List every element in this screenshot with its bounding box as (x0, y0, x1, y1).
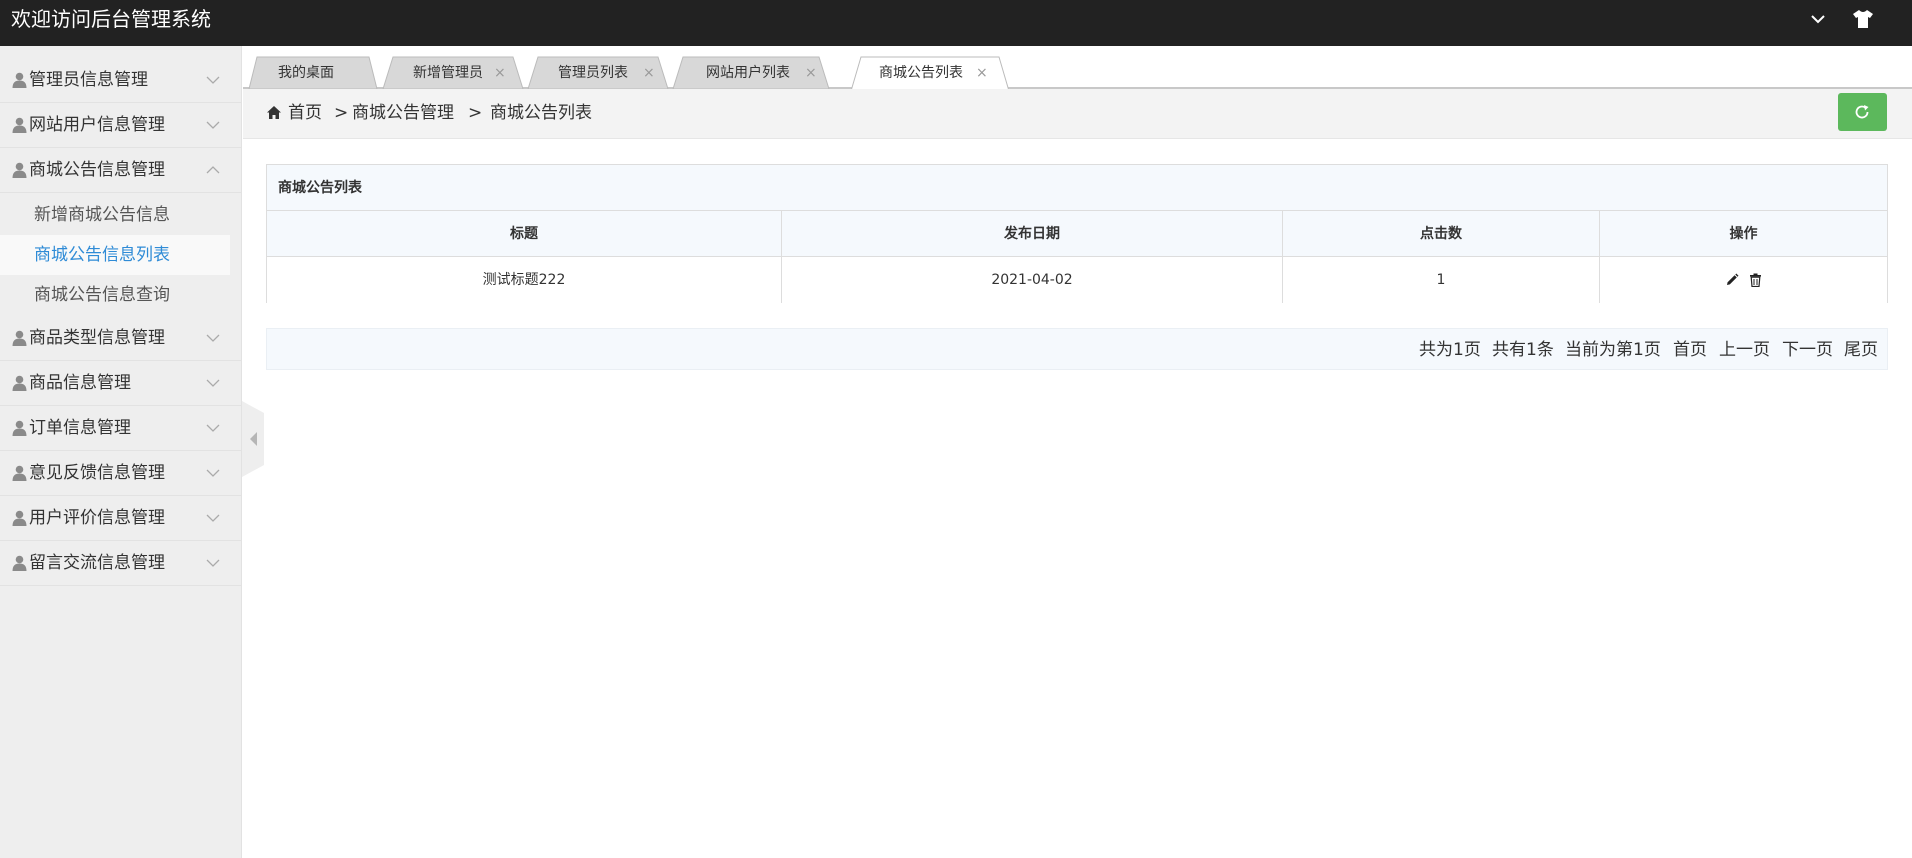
tab-desktop[interactable]: 我的桌面 (243, 56, 383, 89)
user-icon (12, 555, 27, 571)
user-icon (12, 420, 27, 436)
tab-bar: 我的桌面 新增管理员 × 管理员列表 × 网站用户列表 × 商城公告列表 × (243, 46, 1912, 91)
sidebar: 管理员信息管理 网站用户信息管理 商城公告信息管理 新增商城公告信息 商城公告信… (0, 46, 242, 858)
user-icon (12, 162, 27, 178)
breadcrumb-level2: 商城公告列表 (490, 103, 592, 123)
chevron-down-icon (206, 76, 220, 84)
collapse-left-icon[interactable] (242, 401, 264, 477)
tab-site-user-list[interactable]: 网站用户列表 × (669, 56, 833, 89)
chevron-down-icon (206, 469, 220, 477)
user-icon (12, 510, 27, 526)
sidebar-item-label: 留言交流信息管理 (29, 553, 165, 573)
cell-clicks: 1 (1283, 257, 1600, 303)
cell-date: 2021-04-02 (782, 257, 1283, 303)
sidebar-item-label: 意见反馈信息管理 (29, 463, 165, 483)
submenu-label: 商城公告信息查询 (34, 285, 170, 305)
close-icon[interactable]: × (643, 56, 655, 90)
user-icon (12, 465, 27, 481)
table-caption-text: 商城公告列表 (278, 180, 362, 196)
edit-icon[interactable] (1725, 273, 1739, 287)
cell-actions (1600, 257, 1887, 303)
sidebar-item-product-types[interactable]: 商品类型信息管理 (0, 316, 242, 361)
tab-admin-list[interactable]: 管理员列表 × (524, 56, 672, 89)
user-icon (12, 117, 27, 133)
sidebar-item-label: 管理员信息管理 (29, 70, 148, 90)
tab-label: 新增管理员 (413, 65, 483, 81)
sidebar-item-products[interactable]: 商品信息管理 (0, 361, 242, 406)
pagination-next[interactable]: 下一页 (1782, 329, 1833, 371)
refresh-button[interactable] (1838, 93, 1887, 131)
submenu-label: 商城公告信息列表 (34, 245, 170, 265)
sidebar-item-label: 网站用户信息管理 (29, 115, 165, 135)
home-icon (267, 106, 281, 119)
column-header-date[interactable]: 发布日期 (782, 211, 1283, 257)
tab-label: 商城公告列表 (879, 65, 963, 81)
breadcrumb-level1[interactable]: 商城公告管理 (352, 89, 454, 137)
user-icon (12, 72, 27, 88)
breadcrumb: 首页 > 商城公告管理 > 商城公告列表 (243, 89, 1912, 139)
sidebar-item-label: 商品信息管理 (29, 373, 131, 393)
chevron-down-icon (206, 334, 220, 342)
tab-label: 我的桌面 (278, 65, 334, 81)
sidebar-item-admin[interactable]: 管理员信息管理 (0, 58, 242, 103)
table-header-row: 标题 发布日期 点击数 操作 (267, 211, 1887, 257)
breadcrumb-home[interactable]: 首页 (288, 89, 322, 137)
close-icon[interactable]: × (805, 56, 817, 90)
user-icon (12, 330, 27, 346)
sidebar-item-messages[interactable]: 留言交流信息管理 (0, 541, 242, 586)
submenu-label: 新增商城公告信息 (34, 205, 170, 225)
chevron-down-icon (206, 424, 220, 432)
top-bar: 欢迎访问后台管理系统 (0, 0, 1912, 46)
breadcrumb-separator: > (468, 103, 483, 123)
pagination-last[interactable]: 尾页 (1844, 329, 1878, 371)
pagination-total-pages: 共为1页 (1419, 340, 1481, 360)
user-icon (12, 375, 27, 391)
sidebar-item-label: 商城公告信息管理 (29, 160, 165, 180)
submenu-announcement-list[interactable]: 商城公告信息列表 (0, 235, 230, 275)
close-icon[interactable]: × (494, 56, 506, 90)
close-icon[interactable]: × (976, 56, 988, 90)
chevron-up-icon (206, 166, 220, 174)
column-header-actions: 操作 (1729, 226, 1758, 242)
sidebar-item-announcements[interactable]: 商城公告信息管理 (0, 148, 242, 193)
sidebar-item-feedback[interactable]: 意见反馈信息管理 (0, 451, 242, 496)
shirt-icon[interactable] (1852, 9, 1874, 29)
cell-title: 测试标题222 (267, 257, 782, 303)
sidebar-item-label: 商品类型信息管理 (29, 328, 165, 348)
submenu-add-announcement[interactable]: 新增商城公告信息 (0, 195, 242, 235)
tab-announcement-list[interactable]: 商城公告列表 × (849, 56, 1013, 91)
tab-label: 管理员列表 (558, 65, 628, 81)
tab-label: 网站用户列表 (706, 65, 790, 81)
pagination: 共为1页 共有1条 当前为第1页 首页 上一页 下一页 尾页 (266, 328, 1888, 370)
sidebar-item-site-users[interactable]: 网站用户信息管理 (0, 103, 242, 148)
refresh-icon (1855, 105, 1869, 119)
chevron-down-icon (206, 121, 220, 129)
sidebar-item-label: 订单信息管理 (29, 418, 131, 438)
column-header-clicks[interactable]: 点击数 (1283, 211, 1600, 257)
pagination-current: 当前为第1页 (1565, 340, 1661, 360)
chevron-down-icon (206, 514, 220, 522)
table-caption: 商城公告列表 (267, 165, 1887, 211)
sidebar-item-label: 用户评价信息管理 (29, 508, 165, 528)
column-header-title[interactable]: 标题 (267, 211, 782, 257)
chevron-down-icon (206, 379, 220, 387)
table-row: 测试标题222 2021-04-02 1 (267, 257, 1887, 303)
breadcrumb-separator: > (334, 103, 349, 123)
sidebar-item-reviews[interactable]: 用户评价信息管理 (0, 496, 242, 541)
sidebar-item-orders[interactable]: 订单信息管理 (0, 406, 242, 451)
chevron-down-icon (206, 559, 220, 567)
tab-add-admin[interactable]: 新增管理员 × (379, 56, 527, 89)
trash-icon[interactable] (1749, 273, 1762, 287)
submenu-announcement-query[interactable]: 商城公告信息查询 (0, 275, 242, 315)
chevron-down-icon[interactable] (1808, 9, 1828, 29)
pagination-prev[interactable]: 上一页 (1719, 329, 1770, 371)
announcement-table: 商城公告列表 标题 发布日期 点击数 操作 测试标题222 2021-04-02… (266, 164, 1888, 303)
app-title: 欢迎访问后台管理系统 (11, 7, 211, 31)
pagination-first[interactable]: 首页 (1673, 329, 1707, 371)
pagination-total-records: 共有1条 (1492, 340, 1554, 360)
